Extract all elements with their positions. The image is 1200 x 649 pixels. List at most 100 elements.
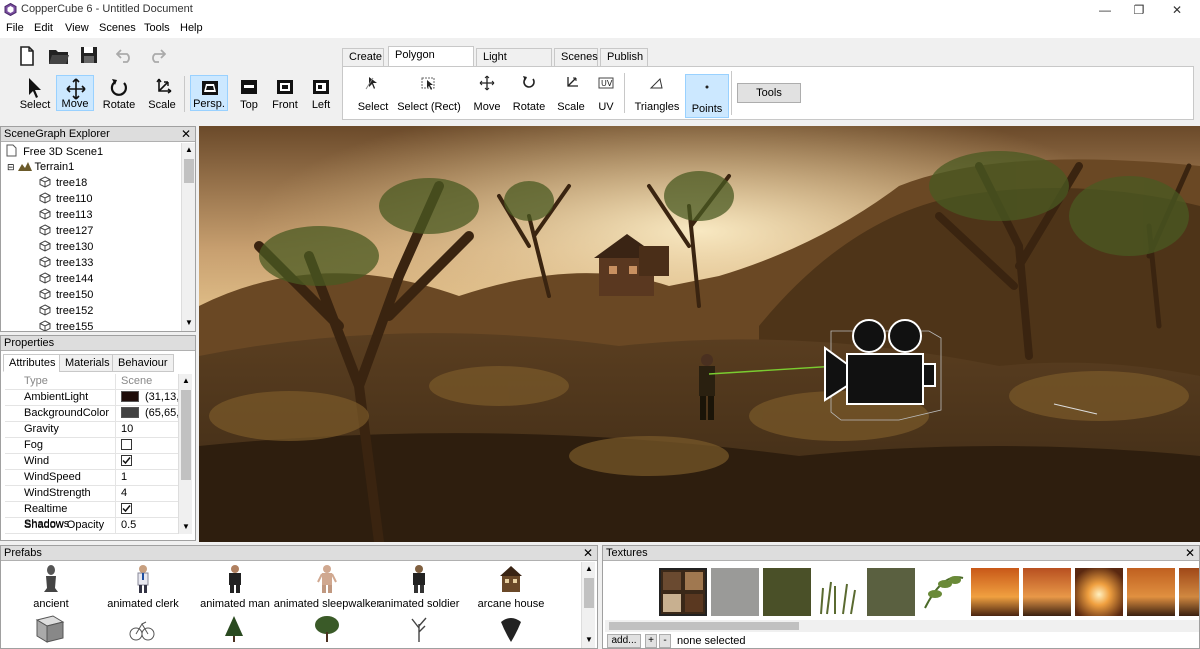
points-button[interactable]: Points: [685, 74, 729, 118]
scroll-down-icon[interactable]: ▼: [185, 318, 193, 327]
tab-materials[interactable]: Materials: [59, 354, 116, 372]
property-value[interactable]: [117, 438, 179, 454]
texture-skybox-4[interactable]: [1127, 568, 1175, 616]
viewport-scene-render[interactable]: [199, 126, 1200, 542]
tree-prefab-thumbnail[interactable]: [313, 614, 341, 644]
property-value[interactable]: (65,65,: [117, 406, 179, 422]
new-file-icon[interactable]: [18, 46, 36, 66]
property-value[interactable]: 10: [117, 422, 179, 438]
property-value[interactable]: 0.5: [117, 518, 179, 534]
prefab-animated-man[interactable]: animated man: [189, 564, 281, 610]
menu-file[interactable]: File: [6, 22, 24, 34]
tab-light-mapping[interactable]: Light Mapping: [476, 48, 552, 80]
tree-node[interactable]: tree133: [39, 256, 93, 272]
bare-tree-prefab-thumbnail[interactable]: [407, 614, 431, 644]
tab-attributes[interactable]: Attributes: [3, 354, 62, 372]
property-value[interactable]: [117, 454, 179, 470]
checkbox[interactable]: [121, 454, 132, 466]
close-textures-icon[interactable]: ✕: [1185, 546, 1195, 560]
view-perspective-button[interactable]: Persp.: [190, 75, 228, 111]
prefabs-scrollbar[interactable]: ▲ ▼: [581, 562, 595, 648]
smoke-prefab-thumbnail[interactable]: [497, 614, 525, 644]
scroll-thumb[interactable]: [181, 390, 191, 480]
tools-button[interactable]: Tools: [737, 83, 801, 103]
tree-node[interactable]: tree150: [39, 288, 93, 304]
tab-scenes[interactable]: Scenes: [554, 48, 598, 66]
scroll-down-icon[interactable]: ▼: [585, 635, 593, 644]
properties-scrollbar[interactable]: ▲ ▼: [178, 374, 192, 534]
minimize-button[interactable]: —: [1088, 0, 1122, 20]
prefab-ancient[interactable]: ancient: [5, 564, 97, 610]
property-value[interactable]: 4: [117, 486, 179, 502]
zoom-out-button[interactable]: -: [659, 634, 671, 648]
checkbox[interactable]: [121, 502, 132, 514]
tree-terrain[interactable]: ⊟ Terrain1: [7, 160, 74, 176]
texture-house-facade[interactable]: [659, 568, 707, 616]
scroll-thumb[interactable]: [584, 578, 594, 608]
zoom-in-button[interactable]: +: [645, 634, 657, 648]
move-tool-button[interactable]: Move: [56, 75, 94, 111]
tree-node[interactable]: tree144: [39, 272, 93, 288]
poly-select-button[interactable]: Select: [351, 71, 395, 115]
property-value[interactable]: [117, 502, 179, 518]
menu-tools[interactable]: Tools: [144, 22, 170, 34]
undo-icon[interactable]: [116, 47, 134, 63]
texture-skybox-3[interactable]: [1075, 568, 1123, 616]
scenegraph-scrollbar[interactable]: ▲ ▼: [181, 143, 195, 331]
prefab-animated-clerk[interactable]: animated clerk: [97, 564, 189, 610]
save-icon[interactable]: [80, 46, 98, 64]
triangles-button[interactable]: Triangles: [635, 71, 679, 115]
scale-tool-button[interactable]: Scale: [143, 75, 181, 111]
prefab-arcane-house[interactable]: arcane house: [465, 564, 557, 610]
menu-edit[interactable]: Edit: [34, 22, 53, 34]
texture-skybox-5[interactable]: [1179, 568, 1199, 616]
texture-leaves[interactable]: [919, 568, 967, 616]
texture-moss[interactable]: [763, 568, 811, 616]
menu-view[interactable]: View: [65, 22, 89, 34]
collapse-icon[interactable]: ⊟: [7, 162, 15, 172]
pine-tree-prefab-thumbnail[interactable]: [223, 614, 245, 644]
scroll-thumb[interactable]: [609, 622, 799, 630]
rotate-tool-button[interactable]: Rotate: [100, 75, 138, 111]
3d-viewport[interactable]: [199, 126, 1200, 542]
color-swatch[interactable]: [121, 406, 139, 418]
open-folder-icon[interactable]: [48, 46, 70, 66]
menu-scenes[interactable]: Scenes: [99, 22, 136, 34]
close-scenegraph-icon[interactable]: ✕: [181, 127, 191, 141]
view-left-button[interactable]: Left: [302, 75, 340, 111]
tree-node[interactable]: tree130: [39, 240, 93, 256]
textures-hscrollbar[interactable]: [605, 620, 1199, 632]
prefab-animated-soldier[interactable]: animated soldier: [373, 564, 465, 610]
redo-icon[interactable]: [148, 47, 166, 63]
tree-node[interactable]: tree18: [39, 176, 87, 192]
scroll-down-icon[interactable]: ▼: [182, 522, 190, 531]
prefab-animated-sleepwalker[interactable]: animated sleepwalker: [274, 564, 380, 610]
texture-skybox-1[interactable]: [971, 568, 1019, 616]
poly-uv-button[interactable]: UV UV: [584, 71, 628, 115]
restore-button[interactable]: ❐: [1122, 0, 1156, 20]
tree-root[interactable]: Free 3D Scene1: [6, 144, 103, 160]
tree-node[interactable]: tree113: [39, 208, 93, 224]
color-swatch[interactable]: [121, 390, 139, 402]
property-value[interactable]: 1: [117, 470, 179, 486]
texture-stone[interactable]: [711, 568, 759, 616]
tab-behaviour[interactable]: Behaviour: [112, 354, 174, 372]
box-prefab-thumbnail[interactable]: [33, 614, 67, 644]
texture-ground[interactable]: [867, 568, 915, 616]
property-value[interactable]: (31,13,1: [117, 390, 179, 406]
tree-node[interactable]: tree152: [39, 304, 93, 320]
tree-node[interactable]: tree155: [39, 320, 93, 331]
tab-polygon-editing[interactable]: Polygon Editing: [388, 46, 474, 78]
scroll-up-icon[interactable]: ▲: [585, 564, 593, 573]
menu-help[interactable]: Help: [180, 22, 203, 34]
close-window-button[interactable]: ✕: [1160, 0, 1194, 20]
tab-publish[interactable]: Publish: [600, 48, 648, 66]
scroll-up-icon[interactable]: ▲: [185, 145, 193, 154]
tree-node[interactable]: tree127: [39, 224, 93, 240]
poly-select-rect-button[interactable]: Select (Rect): [397, 71, 461, 115]
select-tool-button[interactable]: Select: [16, 75, 54, 111]
texture-grass-alpha[interactable]: [815, 568, 863, 616]
scroll-up-icon[interactable]: ▲: [182, 376, 190, 385]
close-prefabs-icon[interactable]: ✕: [583, 546, 593, 560]
add-texture-button[interactable]: add...: [607, 634, 641, 648]
